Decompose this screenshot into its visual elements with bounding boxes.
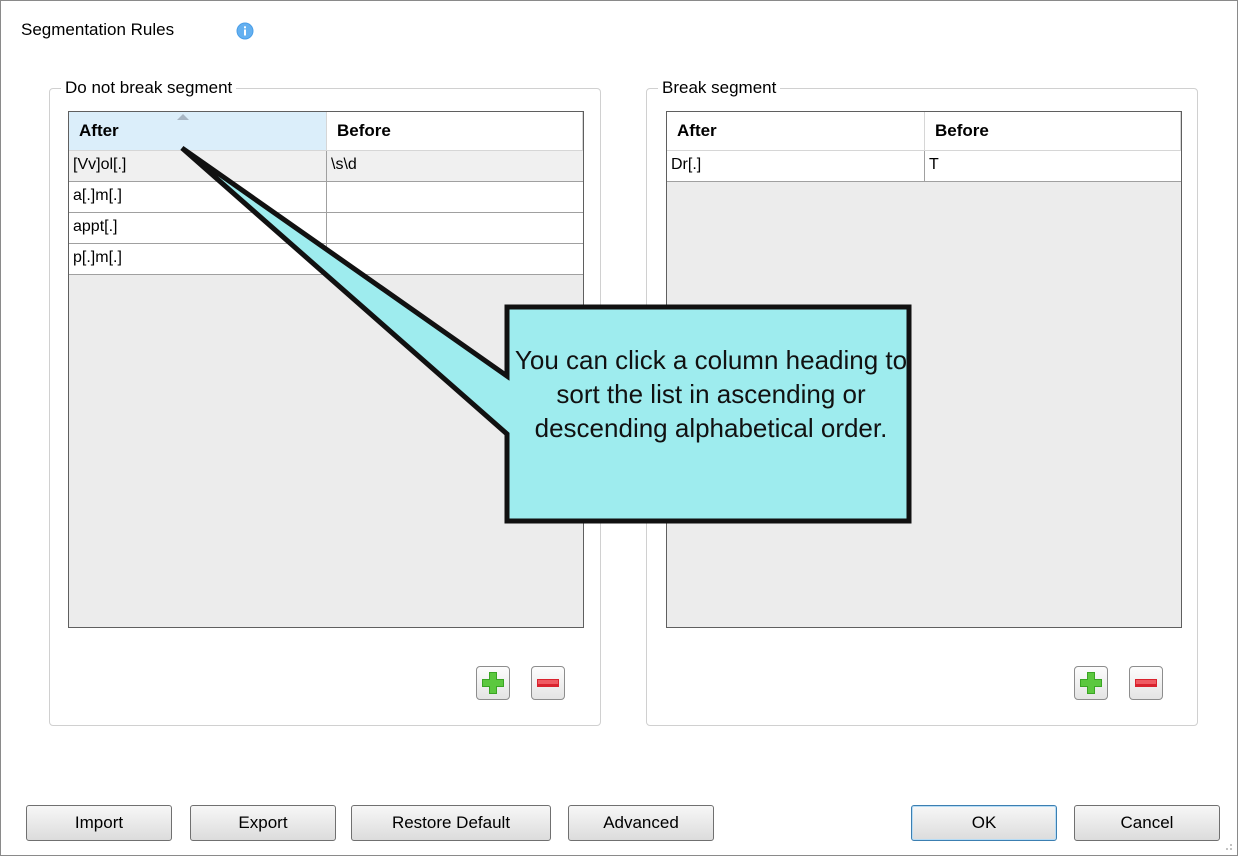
callout-text: You can click a column heading to sort t… — [514, 345, 908, 443]
